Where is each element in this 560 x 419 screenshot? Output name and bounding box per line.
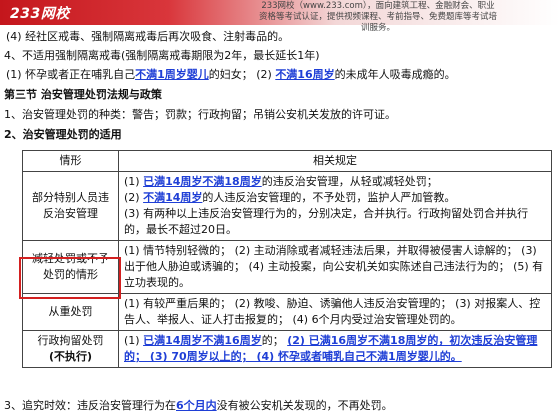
text-line-3: (1) 怀孕或者正在哺乳自己不满1周岁婴儿的妇女； (2) 不满16周岁的未成年… (6, 67, 456, 83)
row-label-main: 行政拘留处罚 (37, 334, 104, 347)
highlight-text: 不满1周岁婴儿 (135, 68, 209, 81)
text-fragment: 3、追究时效：违反治安管理行为在 (4, 399, 176, 412)
site-logo: 233网校 (10, 6, 70, 22)
highlight-text: 不满16周岁 (275, 68, 335, 81)
text-line-5: 2、治安管理处罚的适用 (4, 128, 122, 141)
text-fragment: 的人违反治安管理的，不予处罚，监护人严加管教。 (202, 191, 456, 204)
text-fragment: (1) 怀孕或者正在哺乳自己 (6, 68, 136, 81)
highlight-text: 已满14周岁不满18周岁 (143, 175, 262, 188)
highlight-text: 已满14周岁不满16周岁 (143, 334, 262, 347)
row-content: (1) 有较严重后果的； (2) 教唆、胁迫、诱骗他人违反治安管理的； (3) … (118, 293, 552, 331)
header-banner: 233网校 233网校（www.233.com），面向建筑工程、金融财会、职业资… (0, 0, 560, 33)
table-header-rules: 相关规定 (118, 150, 552, 172)
highlight-text: 不满14周岁 (143, 191, 203, 204)
row-label: 行政拘留处罚 (不执行) (22, 330, 119, 368)
rule-item: (3) 有两种以上违反治安管理行为的，分别决定，合并执行。行政拘留处罚合并执行的… (124, 207, 529, 236)
table-header-situation: 情形 (22, 150, 119, 172)
table-row: 行政拘留处罚 (不执行) (1) 已满14周岁不满16周岁的； (2) 已满16… (22, 330, 552, 368)
highlight-text: 6个月内 (176, 399, 217, 412)
row-label-note: (不执行) (48, 350, 93, 363)
row-label: 从重处罚 (22, 293, 119, 331)
text-fragment: 的妇女； (2) (208, 68, 276, 81)
text-fragment: 的未成年人吸毒成瘾的。 (334, 68, 456, 81)
text-line-bottom: 3、追究时效：违反治安管理行为在6个月内没有被公安机关发现的，不再处罚。 (4, 398, 393, 414)
rule-item: (2) 不满14周岁的人违反治安管理的，不予处罚，监护人严加管教。 (124, 190, 546, 206)
rule-item: (1) 已满14周岁不满18周岁的违反治安管理，从轻或减轻处罚； (124, 174, 546, 190)
row-content: (1) 情节特别轻微的； (2) 主动消除或者减轻违法后果，并取得被侵害人谅解的… (118, 240, 552, 294)
highlight-box (19, 257, 121, 299)
text-fragment: 的； (261, 334, 288, 347)
text-fragment: 没有被公安机关发现的，不再处罚。 (216, 399, 393, 412)
text-line-4: 1、治安管理处罚的种类：警告；罚款；行政拘留；吊销公安机关发放的许可证。 (4, 108, 396, 121)
row-content: (1) 已满14周岁不满18周岁的违反治安管理，从轻或减轻处罚； (2) 不满1… (118, 171, 552, 241)
table-row: 从重处罚 (1) 有较严重后果的； (2) 教唆、胁迫、诱骗他人违反治安管理的；… (22, 293, 552, 331)
section-heading: 第三节 治安管理处罚法规与政策 (4, 88, 162, 101)
table-header-row: 情形 相关规定 (22, 150, 552, 172)
row-label: 部分特别人员违反治安管理 (22, 171, 119, 241)
text-fragment: (1) (124, 175, 144, 188)
text-fragment: (1) (124, 334, 144, 347)
text-fragment: 的违反治安管理，从轻或减轻处罚； (261, 175, 438, 188)
text-line-1: (4) 经社区戒毒、强制隔离戒毒后再次吸食、注射毒品的。 (6, 30, 290, 43)
table-row: 部分特别人员违反治安管理 (1) 已满14周岁不满18周岁的违反治安管理，从轻或… (22, 171, 552, 241)
text-line-2: 4、不适用强制隔离戒毒(强制隔离戒毒期限为2年，最长延长1年) (4, 49, 320, 62)
text-fragment: (2) (124, 191, 144, 204)
banner-tagline: 233网校（www.233.com），面向建筑工程、金融财会、职业资格等考试认证… (258, 1, 497, 33)
row-content: (1) 已满14周岁不满16周岁的； (2) 已满16周岁不满18周岁的，初次违… (118, 330, 552, 368)
